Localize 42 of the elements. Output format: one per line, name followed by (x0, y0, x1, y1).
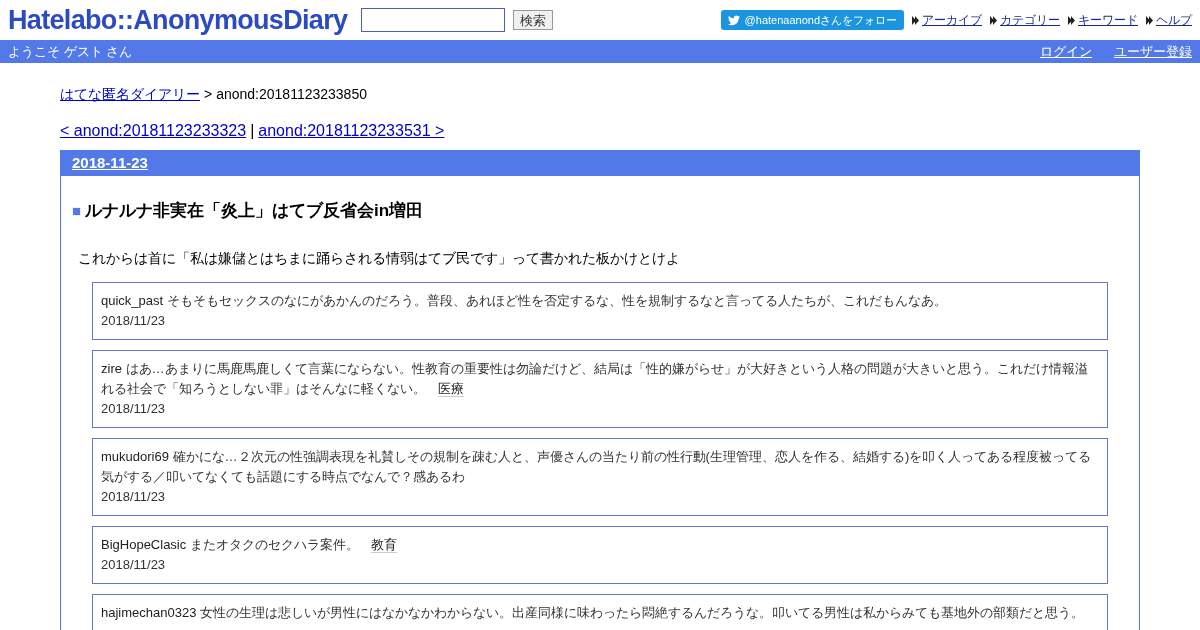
bird-icon (727, 14, 740, 26)
tag-link[interactable]: 医療 (437, 380, 464, 397)
date-link[interactable]: 2018-11-23 (72, 152, 148, 175)
prev-entry-link[interactable]: < anond:20181123233323 (60, 119, 247, 143)
user-link[interactable]: BigHopeClasic (101, 536, 187, 552)
breadcrumb-separator: > (204, 85, 213, 104)
arrow-icon (1146, 15, 1153, 25)
next-entry-link[interactable]: anond:20181123233531 > (258, 119, 445, 143)
user-link[interactable]: mukudori69 (101, 448, 169, 464)
arrow-icon (1068, 15, 1075, 25)
nav-link[interactable]: ヘルプ (1156, 11, 1192, 29)
arrow-icon (990, 15, 997, 25)
comment-date: 2018/11/23 (101, 311, 167, 330)
square-mark[interactable]: ■ (72, 199, 82, 222)
arrow-icon (912, 15, 919, 25)
comment-date: 2018/11/23 (101, 399, 167, 418)
user-link[interactable]: zire (101, 360, 122, 376)
comment-text: zire はあ…あまりに馬鹿馬鹿しくて言葉にならない。性教育の重要性は勿論だけど、結局は「性的嫌がらせ」が大好きという人格の問題が大きいと思う。これだけ情報溢れる社会で「知ろうとしない罪」はそんなに軽くない。 医療 (101, 359, 1089, 399)
comment-date: 2018/11/23 (101, 487, 167, 506)
site-logo[interactable]: Hatelabo::AnonymousDiary (8, 0, 348, 41)
search-button[interactable]: 検索 (513, 10, 554, 30)
account-link[interactable]: ユーザー登録 (1114, 41, 1192, 62)
follow-label: @hatenaanondさんをフォロー (744, 12, 897, 28)
comment-text: BigHopeClasic またオタクのセクハラ案件。 教育 (101, 535, 398, 555)
comment-text: mukudori69 確かにな…２次元の性強調表現を礼賛しその規制を疎む人と、声優さんの当たり前の性行動(生理管理、恋人を作る、結婚する)を叩く人ってある程度被ってる気がする／叩いてなくても話題にする時点でなんで？感あるわ (101, 447, 1093, 486)
entry-title: ルナルナ非実在「炎上」はてブ反省会in増田 (85, 200, 424, 222)
comment-text: hajimechan0323 女性の生理は悲しいが男性にはなかなかわからない。出産同様に味わったら悶絶するんだろうな。叩いてる男性は私からみても基地外の部類だと思う。 (101, 603, 1086, 622)
nav-link[interactable]: カテゴリー (1000, 11, 1060, 29)
search-field[interactable] (361, 8, 506, 32)
nav-link[interactable]: アーカイブ (922, 11, 982, 29)
comment-text: quick_past そもそもセックスのなにがあかんのだろう。普段、あれほど性を否定するな、性を規制するなと言ってる人たちが、これだもんなあ。 (101, 291, 948, 310)
entry-body: これからは首に「私は嫌儲とはちまに踊らされる情弱はてブ民です」って書かれた板かけとけよ (77, 248, 681, 268)
breadcrumb-link[interactable]: はてな匿名ダイアリー (60, 84, 200, 105)
user-link[interactable]: quick_past (101, 292, 164, 308)
nav-link[interactable]: キーワード (1078, 11, 1138, 29)
welcome-text: ようこそ ゲスト さん (8, 42, 133, 61)
breadcrumb-current: anond:20181123233850 (216, 85, 367, 104)
account-link[interactable]: ログイン (1040, 41, 1092, 62)
user-link[interactable]: hajimechan0323 (101, 604, 197, 620)
nav-separator: | (250, 121, 255, 141)
tag-link[interactable]: 教育 (370, 536, 397, 553)
comment-date: 2018/11/23 (101, 555, 167, 574)
